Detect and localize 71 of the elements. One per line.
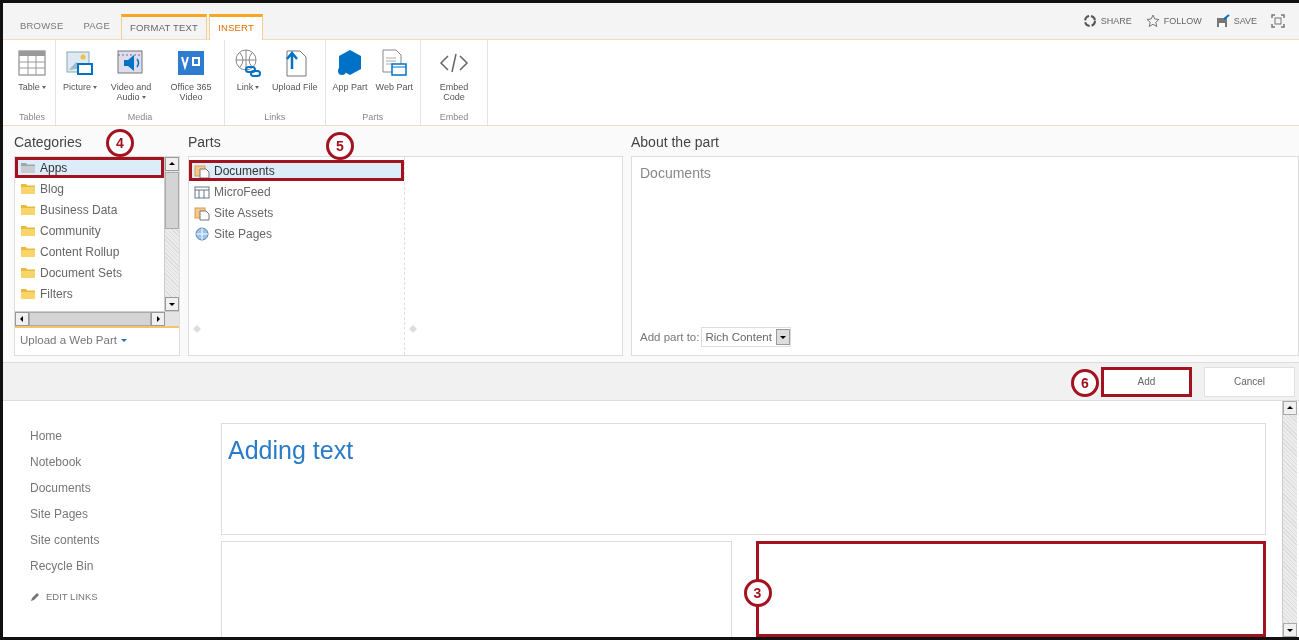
list-item[interactable]: Content Rollup <box>15 241 164 262</box>
ribbon-button[interactable]: Office 365 Video <box>162 45 220 111</box>
panel-heading: Categories <box>14 134 82 151</box>
list-item[interactable]: Filters <box>15 283 164 304</box>
ribbon-button[interactable]: App Part <box>329 45 371 111</box>
vertical-scrollbar[interactable] <box>1282 401 1297 637</box>
group-label: Links <box>263 111 287 124</box>
callout-number: 3 <box>743 579 772 607</box>
diamond-icon <box>193 325 201 333</box>
save-button[interactable]: SAVE <box>1215 14 1257 28</box>
table-icon <box>194 183 210 200</box>
ribbon-tab[interactable]: INSERT <box>209 14 263 40</box>
nav-link[interactable]: Notebook <box>30 449 221 475</box>
vertical-scrollbar[interactable] <box>164 157 179 311</box>
text-zone[interactable]: Adding text <box>221 423 1266 535</box>
callout-number: 5 <box>326 132 354 160</box>
share-icon <box>1082 14 1097 28</box>
focus-icon <box>1271 14 1285 28</box>
panel-heading: Parts <box>188 134 221 151</box>
table-icon <box>16 47 48 79</box>
follow-button[interactable]: FOLLOW <box>1145 14 1202 28</box>
save-icon <box>1215 14 1230 28</box>
callout-number: 4 <box>106 129 134 157</box>
nav-link[interactable]: Site Pages <box>30 501 221 527</box>
ribbon-button[interactable]: Upload File <box>269 45 321 111</box>
globe-icon <box>194 225 210 242</box>
list-item[interactable]: Document Sets <box>15 262 164 283</box>
page-title: Adding text <box>228 436 355 465</box>
list-item[interactable]: Blog <box>15 178 164 199</box>
horizontal-scrollbar[interactable] <box>15 311 179 326</box>
ribbon-tab[interactable]: PAGE <box>74 14 119 39</box>
part-name: Documents <box>640 165 712 183</box>
nav-link[interactable]: Home <box>30 423 221 449</box>
list-item[interactable]: Site Pages <box>189 223 404 244</box>
list-item[interactable]: Apps <box>15 157 164 178</box>
library-icon <box>194 204 210 221</box>
star-icon <box>1145 14 1160 28</box>
ribbon-button[interactable]: Video and Audio <box>102 45 160 111</box>
list-item[interactable]: MicroFeed <box>189 181 404 202</box>
ribbon-button[interactable]: Picture <box>60 45 100 111</box>
ribbon-button[interactable]: Link <box>229 45 267 111</box>
pencil-icon <box>30 591 40 602</box>
list-item[interactable]: Community <box>15 220 164 241</box>
list-item[interactable]: Site Assets <box>189 202 404 223</box>
zone-dropdown[interactable]: Rich Content <box>701 327 791 347</box>
ribbon-tab[interactable]: BROWSE <box>11 14 73 39</box>
list-item[interactable]: Business Data <box>15 199 164 220</box>
group-label: Media <box>126 111 154 124</box>
nav-link[interactable]: Site contents <box>30 527 221 553</box>
group-label: Parts <box>361 111 385 124</box>
dialog-button[interactable]: Cancel <box>1204 366 1295 397</box>
web-part-zone[interactable] <box>755 541 1266 637</box>
globe-link-icon <box>232 47 264 79</box>
focus-button[interactable] <box>1271 14 1285 28</box>
library-icon <box>194 162 210 179</box>
diamond-icon <box>409 325 417 333</box>
nav-link[interactable]: Recycle Bin <box>30 553 221 579</box>
share-button[interactable]: SHARE <box>1082 14 1132 28</box>
list-item[interactable]: Documents <box>189 160 404 181</box>
field-label: Add part to: <box>640 331 700 343</box>
panel-heading: About the part <box>631 134 719 151</box>
group-label: Embed <box>438 111 470 124</box>
callout-number: 6 <box>1071 368 1099 397</box>
edit-links-button[interactable]: EDIT LINKS <box>30 591 221 602</box>
nav-link[interactable]: Documents <box>30 475 221 501</box>
ribbon-button[interactable]: Embed Code <box>424 45 483 111</box>
ribbon-button[interactable]: Web Part <box>372 45 416 111</box>
dialog-button[interactable]: Add <box>1101 366 1192 397</box>
group-label: Tables <box>18 111 46 124</box>
ribbon-button[interactable]: Table <box>13 45 51 111</box>
upload-web-part-link[interactable]: Upload a Web Part <box>15 326 179 352</box>
